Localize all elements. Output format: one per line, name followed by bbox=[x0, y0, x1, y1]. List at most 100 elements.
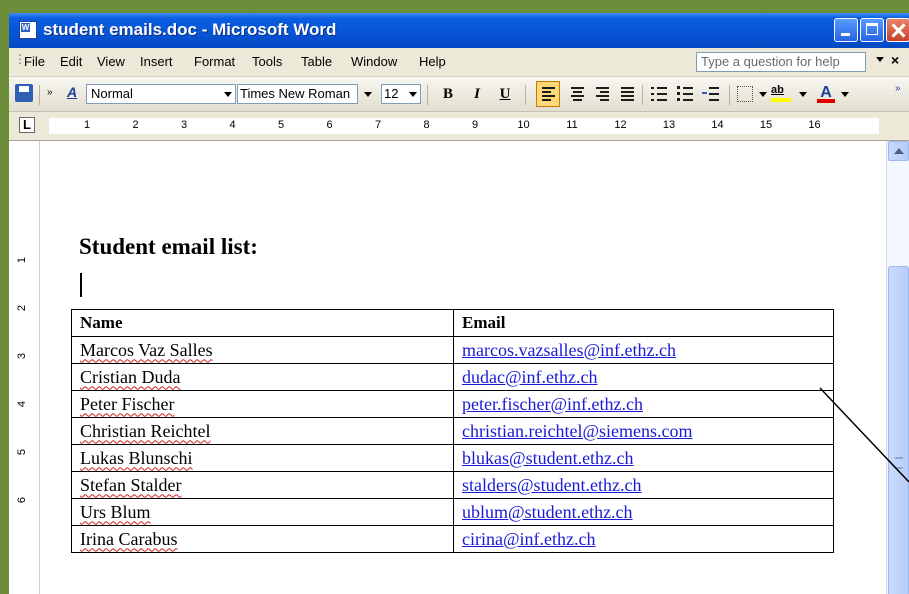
numbering-icon[interactable] bbox=[649, 84, 669, 104]
increase-indent-icon[interactable] bbox=[701, 84, 721, 104]
menu-format[interactable]: Format bbox=[194, 54, 235, 69]
word-doc-icon-letter: W bbox=[21, 23, 30, 32]
italic-button[interactable]: I bbox=[466, 84, 488, 104]
style-dropdown-icon[interactable] bbox=[224, 92, 232, 97]
text-cursor bbox=[80, 273, 82, 297]
student-name-cell: Stefan Stalder bbox=[71, 471, 454, 499]
menu-insert[interactable]: Insert bbox=[140, 54, 173, 69]
student-name: Marcos Vaz Salles bbox=[80, 339, 213, 360]
window-title: student emails.doc - Microsoft Word bbox=[43, 20, 337, 39]
student-name-cell: Christian Reichtel bbox=[71, 417, 454, 445]
title-bar[interactable]: W student emails.doc - Microsoft Word bbox=[9, 13, 909, 48]
student-name: Irina Carabus bbox=[80, 528, 178, 549]
vertical-ruler-number: 6 bbox=[16, 496, 29, 504]
highlight-icon[interactable]: ab bbox=[771, 84, 797, 104]
menu-view[interactable]: View bbox=[97, 54, 125, 69]
toolbar-separator bbox=[729, 85, 730, 105]
ruler-number: 4 bbox=[229, 119, 236, 131]
table-header-row: Name Email bbox=[71, 309, 834, 337]
toolbar-separator bbox=[39, 85, 40, 105]
tab-selector-button[interactable]: L bbox=[19, 117, 35, 133]
email-link[interactable]: blukas@student.ethz.ch bbox=[453, 444, 834, 472]
table-row: Cristian Duda dudac@inf.ethz.ch bbox=[71, 363, 834, 391]
email-link[interactable]: stalders@student.ethz.ch bbox=[453, 471, 834, 499]
styles-icon[interactable]: A bbox=[67, 84, 83, 104]
align-right-button[interactable] bbox=[591, 84, 611, 104]
table-row: Christian Reichtel christian.reichtel@sie… bbox=[71, 417, 834, 445]
document-heading: Student email list: bbox=[79, 234, 258, 259]
borders-icon[interactable] bbox=[737, 86, 753, 102]
save-icon[interactable] bbox=[15, 84, 33, 102]
email-link[interactable]: christian.reichtel@siemens.com bbox=[453, 417, 834, 445]
ruler-number: 1 bbox=[83, 119, 91, 131]
vertical-ruler-number: 3 bbox=[16, 352, 29, 360]
email-link[interactable]: dudac@inf.ethz.ch bbox=[453, 363, 834, 391]
student-name-cell: Cristian Duda bbox=[71, 363, 454, 391]
ruler-number: 15 bbox=[759, 119, 773, 131]
font-color-dropdown-icon[interactable] bbox=[841, 92, 849, 97]
table-row: Irina Carabus cirina@inf.ethz.ch bbox=[71, 525, 834, 553]
email-link[interactable]: marcos.vazsalles@inf.ethz.ch bbox=[453, 336, 834, 364]
vertical-ruler-number: 2 bbox=[16, 304, 29, 312]
table-row: Peter Fischer peter.fischer@inf.ethz.ch bbox=[71, 390, 834, 418]
help-question-input[interactable]: Type a question for help bbox=[696, 52, 866, 72]
email-table: Name Email Marcos Vaz Salles marcos.vazsa… bbox=[71, 309, 834, 553]
ruler-number: 2 bbox=[132, 119, 139, 131]
align-center-button[interactable] bbox=[566, 84, 586, 104]
close-button[interactable] bbox=[886, 18, 909, 42]
column-header-email: Email bbox=[453, 309, 834, 337]
vertical-ruler-number: 4 bbox=[16, 400, 29, 408]
font-dropdown-icon[interactable] bbox=[364, 92, 372, 97]
font-color-swatch bbox=[817, 99, 835, 103]
email-link[interactable]: ublum@student.ethz.ch bbox=[453, 498, 834, 526]
bold-button[interactable]: B bbox=[437, 84, 459, 104]
table-row: Urs Blum ublum@student.ethz.ch bbox=[71, 498, 834, 526]
column-header-name: Name bbox=[71, 309, 454, 337]
menu-bar: ⋮ File Edit View Insert Format Tools Tab… bbox=[9, 48, 909, 77]
font-select[interactable]: Times New Roman bbox=[237, 84, 358, 104]
toolbar-options-icon[interactable]: » bbox=[47, 87, 55, 107]
align-left-button[interactable] bbox=[536, 81, 560, 107]
menu-table[interactable]: Table bbox=[301, 54, 332, 69]
student-name-cell: Irina Carabus bbox=[71, 525, 454, 553]
vertical-ruler-number: 1 bbox=[16, 256, 29, 264]
word-doc-icon[interactable]: W bbox=[19, 21, 37, 39]
ruler-number: 7 bbox=[374, 119, 382, 131]
ruler-number: 11 bbox=[566, 119, 578, 131]
vertical-ruler[interactable]: 1 2 3 4 5 6 bbox=[9, 141, 40, 594]
menu-window[interactable]: Window bbox=[351, 54, 397, 69]
menu-file[interactable]: File bbox=[24, 54, 45, 69]
toolbar-options-icon[interactable]: » bbox=[895, 83, 901, 103]
ruler-number: 10 bbox=[517, 119, 530, 131]
font-color-icon[interactable]: A bbox=[815, 84, 837, 104]
toolbar-separator bbox=[427, 85, 428, 105]
document-close-button[interactable]: × bbox=[891, 52, 899, 68]
justify-button[interactable] bbox=[616, 84, 636, 104]
vertical-scrollbar[interactable] bbox=[886, 141, 909, 594]
font-size-dropdown-icon[interactable] bbox=[409, 92, 417, 97]
student-name: Lukas Blunschi bbox=[80, 447, 193, 468]
email-link[interactable]: cirina@inf.ethz.ch bbox=[453, 525, 834, 553]
highlight-dropdown-icon[interactable] bbox=[799, 92, 807, 97]
ruler-number: 16 bbox=[808, 119, 821, 131]
maximize-button[interactable] bbox=[860, 18, 884, 42]
document-page[interactable]: Student email list: Name Email Marcos Va… bbox=[9, 141, 886, 594]
horizontal-ruler[interactable]: L 1 2 3 4 5 6 7 8 9 10 11 12 13 14 15 16 bbox=[9, 112, 909, 141]
menu-edit[interactable]: Edit bbox=[60, 54, 82, 69]
scroll-up-button[interactable] bbox=[888, 141, 909, 161]
borders-dropdown-icon[interactable] bbox=[759, 92, 767, 97]
menu-help[interactable]: Help bbox=[419, 54, 446, 69]
vertical-ruler-number: 5 bbox=[16, 448, 29, 456]
email-link[interactable]: peter.fischer@inf.ethz.ch bbox=[453, 390, 834, 418]
student-name: Urs Blum bbox=[80, 501, 151, 522]
scrollbar-thumb[interactable] bbox=[888, 266, 909, 594]
menu-tools[interactable]: Tools bbox=[252, 54, 282, 69]
student-name: Stefan Stalder bbox=[80, 474, 182, 495]
style-select[interactable]: Normal bbox=[86, 84, 236, 104]
student-name-cell: Peter Fischer bbox=[71, 390, 454, 418]
minimize-button[interactable] bbox=[834, 18, 858, 42]
bullets-icon[interactable] bbox=[675, 84, 695, 104]
ruler-number: 5 bbox=[277, 119, 285, 131]
help-dropdown-icon[interactable] bbox=[876, 57, 884, 62]
underline-button[interactable]: U bbox=[494, 84, 516, 104]
